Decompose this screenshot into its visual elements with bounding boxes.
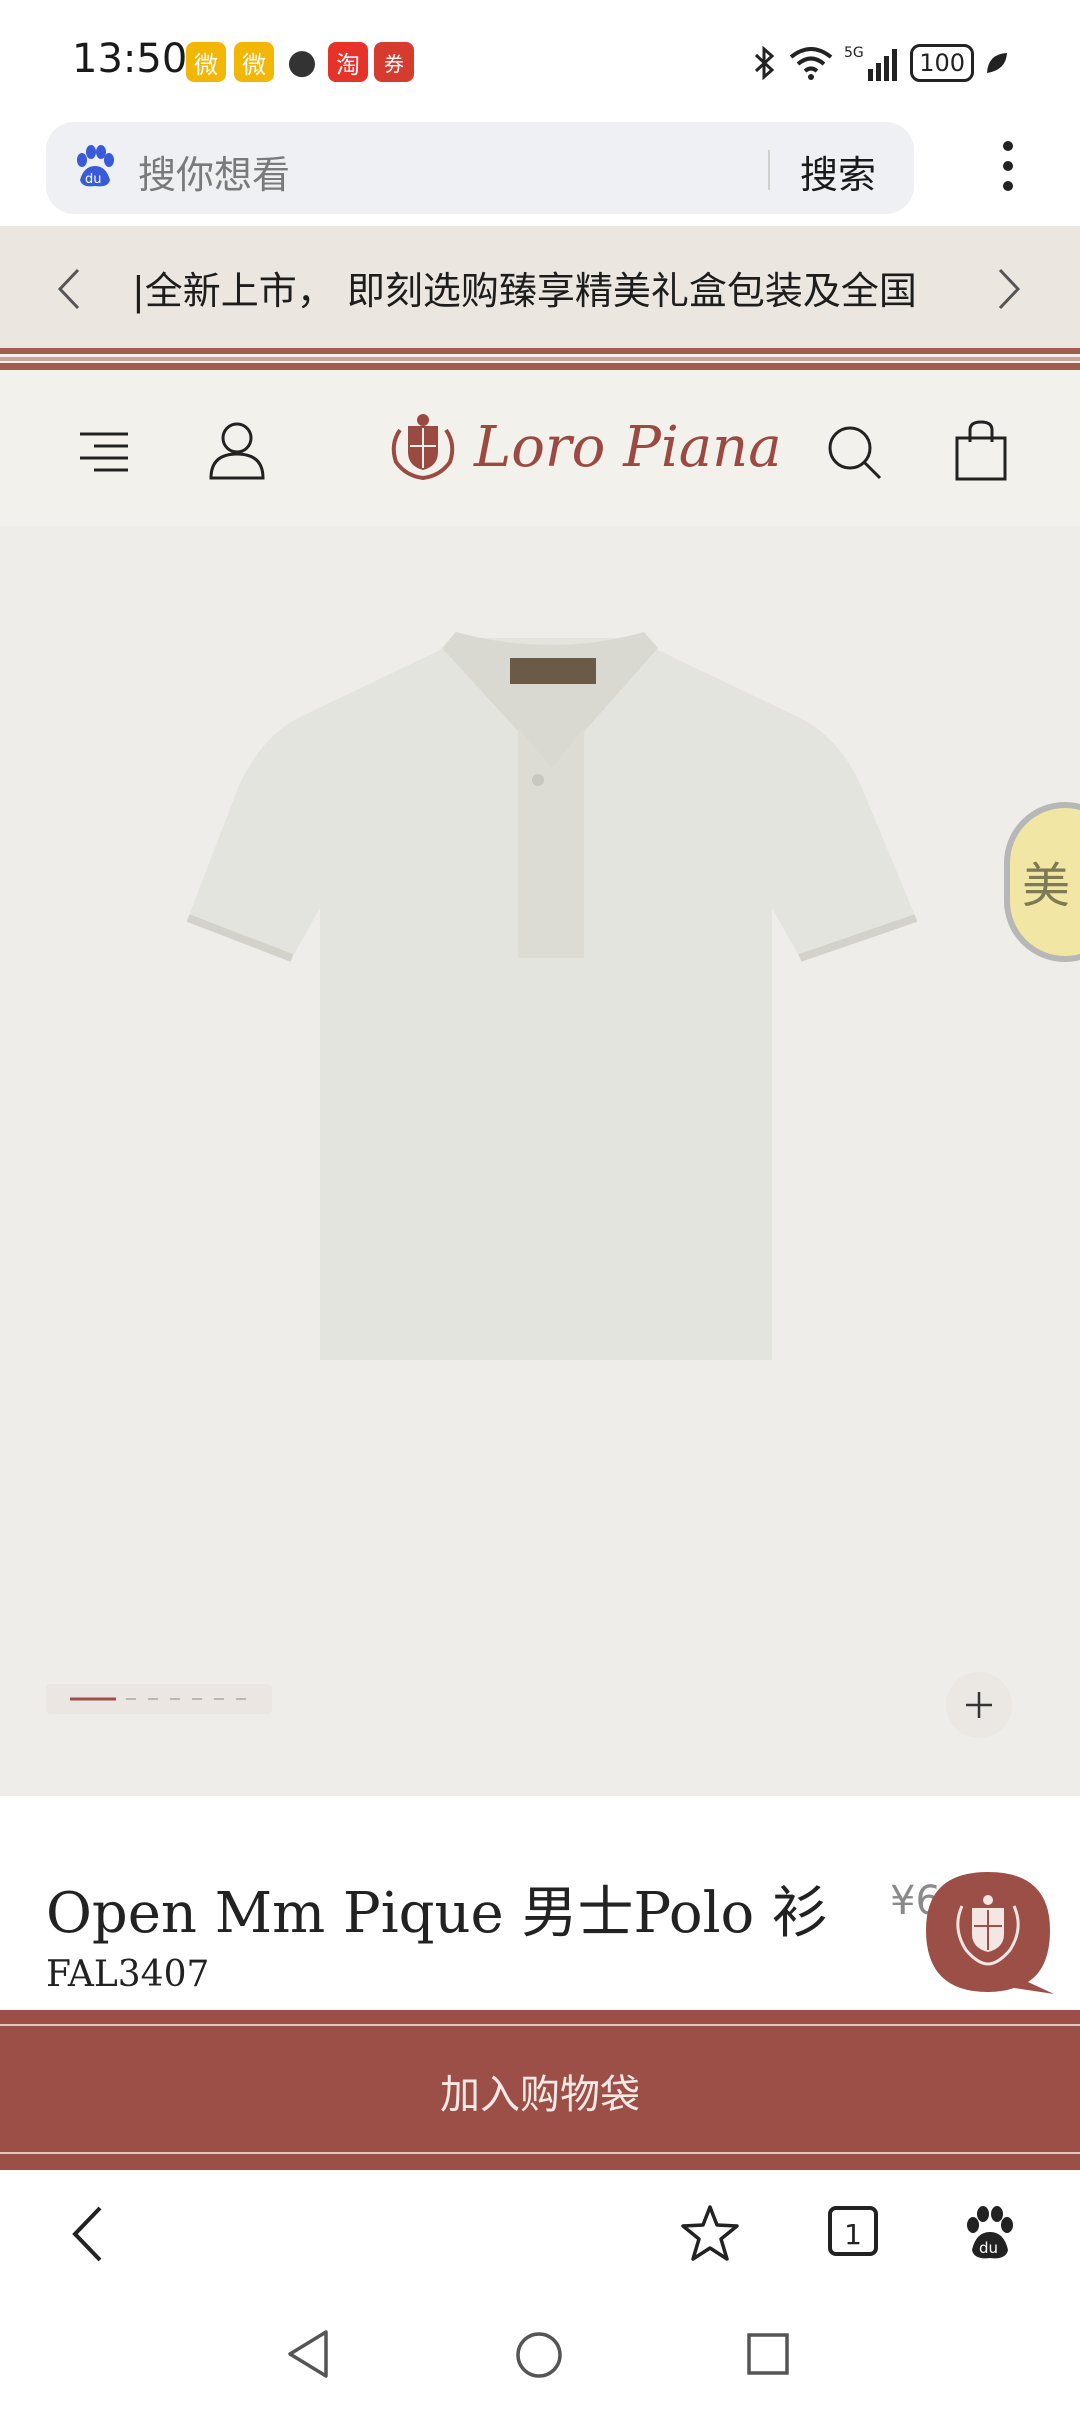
add-to-bag-border-top [0,2024,1080,2026]
search-input[interactable]: du 搜你想看 搜索 [46,122,914,214]
app-icon: 券 [374,42,414,82]
svg-text:5G: 5G [844,45,864,61]
battery-indicator: 100 [910,44,974,82]
wechat-icon: ● [282,42,322,82]
bookmark-star-icon[interactable] [680,2204,740,2262]
bluetooth-icon [755,46,775,80]
search-icon[interactable] [826,424,884,482]
add-to-bag-label: 加入购物袋 [440,2072,640,2118]
brand-crest-icon [391,414,455,481]
leaf-icon [987,53,1007,73]
search-button[interactable]: 搜索 [800,144,876,199]
search-placeholder: 搜你想看 [138,153,291,197]
side-float-label: 美 [1022,858,1071,914]
tabs-button[interactable]: 1 [828,2206,878,2256]
back-icon[interactable] [70,2204,104,2264]
product-code: FAL3407 [46,1954,210,1995]
browser-search-area: du 搜你想看 搜索 [0,118,1080,226]
status-time: 13:50 [72,36,188,82]
baidu-paw-icon[interactable]: du [964,2206,1016,2260]
promo-banner: |全新上市， 即刻选购臻享精美礼盒包装及全国 [0,226,1080,354]
plus-icon [966,1692,992,1718]
chat-assistant-button[interactable] [922,1868,1054,1998]
product-title: Open Mm Pique 男士Polo 衫 [46,1881,829,1946]
zoom-button[interactable] [946,1672,1012,1738]
chevron-left-icon[interactable] [56,266,82,312]
baidu-paw-icon: du [77,145,114,187]
battery-text: 100 [919,49,965,77]
weibo-icon: 微 [186,42,226,82]
browser-toolbar [0,2170,1080,2300]
taobao-icon: 淘 [328,42,368,82]
shopping-bag-icon[interactable] [954,420,1008,482]
gallery-pager-dots [70,1697,246,1701]
svg-text:du: du [979,2239,998,2257]
product-gallery[interactable] [0,526,1080,1796]
nav-home-icon[interactable] [514,2330,564,2380]
gallery-pager[interactable] [46,1684,272,1714]
decorative-stripes [0,348,1080,370]
brand-logo[interactable]: Loro Piana [386,412,782,482]
signal-5g-icon: 5G [844,45,898,81]
weibo-icon: 微 [234,42,274,82]
search-divider [768,150,770,190]
menu-icon[interactable] [80,430,130,474]
nav-back-icon[interactable] [286,2328,330,2380]
more-menu-icon[interactable] [988,136,1028,196]
status-icons: 5G 100 [752,40,1010,86]
add-to-bag-border-bottom [0,2152,1080,2154]
wifi-icon [789,47,833,80]
svg-text:du: du [85,172,102,187]
promo-text[interactable]: |全新上市， 即刻选购臻享精美礼盒包装及全国 [132,260,942,315]
nav-recents-icon[interactable] [746,2332,790,2376]
brand-wordmark: Loro Piana [474,414,782,480]
chevron-right-icon[interactable] [996,266,1022,312]
account-icon[interactable] [208,420,266,480]
product-image[interactable] [180,618,920,1498]
